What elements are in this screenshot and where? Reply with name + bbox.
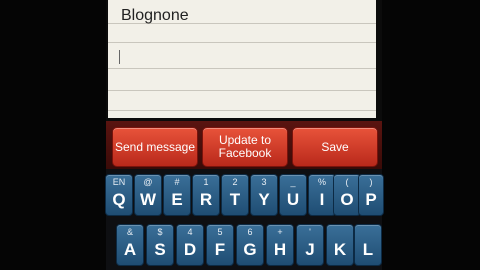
key-d[interactable]: 4 D <box>176 224 204 266</box>
key-s-alt: $ <box>157 227 163 237</box>
text-cursor <box>119 50 120 64</box>
key-q-alt: EN <box>112 177 126 187</box>
key-a-alt: & <box>126 227 133 237</box>
key-o[interactable]: ( O <box>333 174 361 216</box>
key-y-label: Y <box>258 190 270 209</box>
save-button[interactable]: Save <box>292 127 378 167</box>
key-d-alt: 4 <box>187 227 193 237</box>
key-s-label: S <box>154 240 166 259</box>
key-s[interactable]: $ S <box>146 224 174 266</box>
key-p-label: P <box>365 190 377 209</box>
key-p-alt: ) <box>369 177 373 187</box>
key-i-label: I <box>319 190 325 209</box>
update-facebook-label-line2: Facebook <box>218 146 272 160</box>
key-w-label: W <box>139 190 157 209</box>
key-t-label: T <box>229 190 241 209</box>
update-facebook-button[interactable]: Update to Facebook <box>202 127 288 167</box>
send-message-button[interactable]: Send message <box>112 127 198 167</box>
key-o-alt: ( <box>345 177 349 187</box>
key-y[interactable]: 3 Y <box>250 174 278 216</box>
key-e-label: E <box>171 190 183 209</box>
key-g-label: G <box>243 240 257 259</box>
send-message-label: Send message <box>114 139 196 154</box>
key-h-alt: + <box>277 227 283 237</box>
key-r-alt: 1 <box>203 177 209 187</box>
key-u-alt: _ <box>290 177 296 187</box>
key-g[interactable]: 6 G <box>236 224 264 266</box>
key-i[interactable]: % I <box>308 174 336 216</box>
key-j-label: J <box>305 240 315 259</box>
key-w-alt: @ <box>143 177 153 187</box>
key-f[interactable]: 5 F <box>206 224 234 266</box>
note-editor[interactable]: Blognone <box>108 0 376 118</box>
key-q-label: Q <box>112 190 126 209</box>
key-i-alt: % <box>317 177 326 187</box>
key-r-label: R <box>199 190 213 209</box>
key-j[interactable]: ' J <box>296 224 324 266</box>
key-r[interactable]: 1 R <box>192 174 220 216</box>
key-q[interactable]: EN Q <box>105 174 133 216</box>
key-f-alt: 5 <box>217 227 223 237</box>
key-u-label: U <box>286 190 300 209</box>
key-t[interactable]: 2 T <box>221 174 249 216</box>
key-d-label: D <box>183 240 197 259</box>
key-u[interactable]: _ U <box>279 174 307 216</box>
key-k-label: K <box>333 240 347 259</box>
key-l-label: L <box>362 240 374 259</box>
key-k[interactable]: K <box>326 224 354 266</box>
key-w[interactable]: @ W <box>134 174 162 216</box>
key-y-alt: 3 <box>261 177 267 187</box>
key-e[interactable]: # E <box>163 174 191 216</box>
key-a-label: A <box>123 240 137 259</box>
key-h-label: H <box>273 240 287 259</box>
key-o-label: O <box>340 190 354 209</box>
key-t-alt: 2 <box>232 177 238 187</box>
key-e-alt: # <box>174 177 180 187</box>
note-text[interactable]: Blognone <box>121 7 189 25</box>
key-h[interactable]: + H <box>266 224 294 266</box>
key-l[interactable]: L <box>354 224 382 266</box>
key-f-label: F <box>214 240 226 259</box>
key-g-alt: 6 <box>247 227 253 237</box>
key-j-alt: ' <box>309 227 311 237</box>
key-p[interactable]: ) P <box>358 174 384 216</box>
key-a[interactable]: & A <box>116 224 144 266</box>
save-label: Save <box>321 139 349 154</box>
